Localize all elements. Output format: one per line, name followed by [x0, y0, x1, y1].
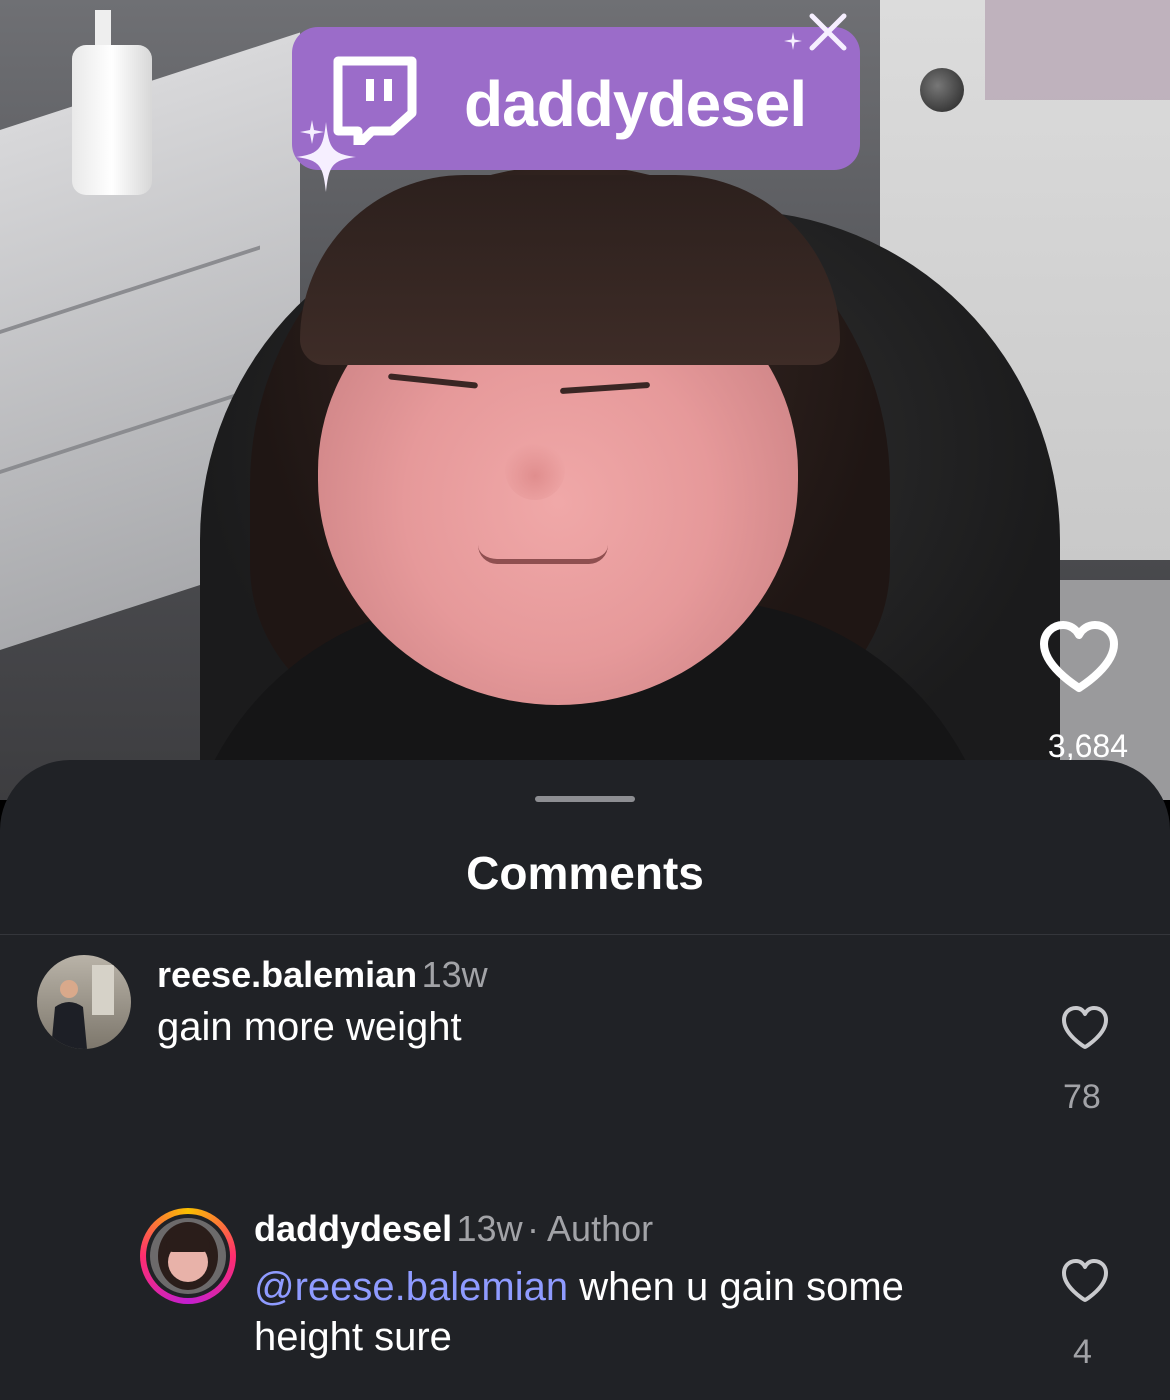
background-bottle-pump — [95, 10, 111, 50]
comments-sheet: Comments reese.balemian 13w gain more we… — [0, 760, 1170, 1400]
comment-time: 13w — [421, 954, 488, 995]
sparkle-icon — [784, 32, 802, 50]
comment-username[interactable]: daddydesel — [254, 1208, 452, 1249]
comment-like-count: 78 — [1063, 1078, 1101, 1116]
background-poster — [985, 0, 1170, 100]
comment-header: reese.balemian 13w — [157, 954, 488, 996]
person-bangs — [300, 175, 840, 365]
avatar-photo — [51, 965, 114, 1049]
comment-text: @reese.balemian when u gain some — [254, 1262, 904, 1312]
badge-username: daddydesel — [464, 68, 807, 140]
comment-text-line1: when u gain some — [579, 1265, 904, 1309]
heart-icon[interactable] — [1060, 1258, 1110, 1304]
avatar — [150, 1218, 226, 1294]
avatar[interactable] — [37, 955, 131, 1049]
avatar-photo — [158, 1222, 218, 1290]
sheet-title: Comments — [466, 847, 704, 899]
background-door-knob — [920, 68, 964, 112]
background-bottle — [72, 45, 152, 195]
sparkle-icon — [300, 120, 324, 144]
comment-like-count: 4 — [1073, 1333, 1092, 1371]
twitch-name-badge: daddydesel — [292, 27, 860, 170]
video-player[interactable]: daddydesel 3,684 — [0, 0, 1170, 800]
comment-text-line2: height sure — [254, 1315, 452, 1359]
comment-time: 13w — [456, 1208, 523, 1249]
comment-header: daddydesel 13w · Author — [254, 1208, 653, 1250]
comment-reply-item: daddydesel 13w · Author @reese.balemian … — [0, 1205, 1170, 1395]
divider — [0, 934, 1170, 935]
comment-text: gain more weight — [157, 1005, 462, 1049]
mention-link[interactable]: @reese.balemian — [254, 1265, 568, 1309]
comment-username[interactable]: reese.balemian — [157, 954, 417, 995]
author-label: · Author — [527, 1208, 654, 1249]
heart-icon[interactable] — [1060, 1005, 1110, 1051]
heart-icon[interactable] — [1038, 620, 1120, 694]
comment-item: reese.balemian 13w gain more weight 78 — [0, 950, 1170, 1130]
sparkle-icon — [809, 13, 847, 51]
avatar-story-ring[interactable] — [140, 1208, 236, 1304]
sheet-grabber[interactable] — [535, 796, 635, 802]
person-nose — [505, 440, 565, 500]
person-mouth — [478, 545, 608, 564]
